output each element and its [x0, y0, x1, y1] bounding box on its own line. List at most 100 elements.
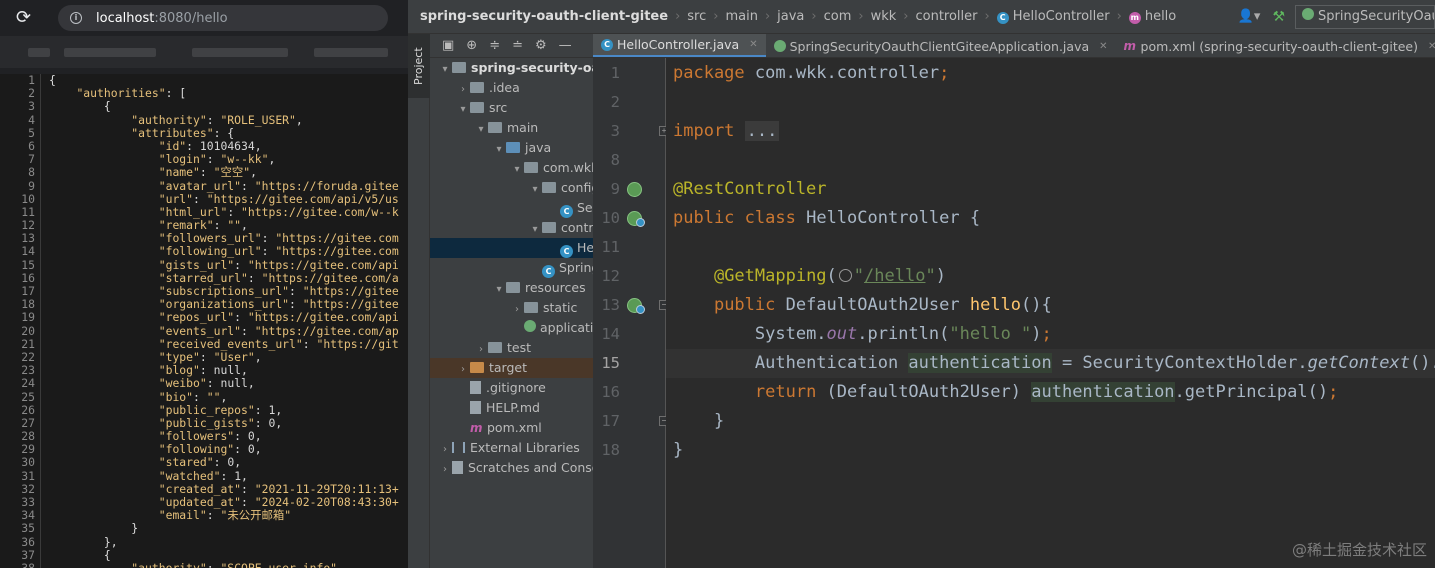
source-folder-icon [506, 142, 520, 153]
close-icon[interactable]: ✕ [1099, 41, 1107, 52]
mapping-url[interactable]: /hello [864, 266, 925, 286]
tree-item[interactable]: › .idea [430, 78, 593, 98]
bookmark-item[interactable] [28, 48, 50, 57]
locate-icon[interactable]: ⊕ [466, 38, 477, 53]
maven-icon: m [1123, 39, 1137, 53]
line-number: 38 [21, 560, 35, 568]
expand-all-icon[interactable]: ≑ [489, 38, 500, 53]
json-line: 15 "gists_url": "https://gitee.com/api [0, 258, 408, 272]
tree-item[interactable]: C HelloController [430, 238, 593, 258]
code-editor[interactable]: package com.wkk.controller; import ... @… [666, 58, 1435, 568]
breadcrumb-item[interactable]: src [687, 9, 706, 24]
expand-arrow-icon[interactable]: ▾ [528, 180, 542, 198]
close-icon[interactable]: ✕ [1428, 41, 1435, 52]
user-icon[interactable]: 👤▾ [1238, 9, 1261, 24]
expand-arrow-icon[interactable]: › [474, 340, 488, 358]
tree-item[interactable]: › target [430, 358, 593, 378]
editor-tab[interactable]: C HelloController.java ✕ [593, 34, 766, 57]
json-punct: : [206, 509, 221, 523]
scratch-icon [452, 461, 463, 474]
breadcrumb-item[interactable]: wkk [871, 9, 897, 24]
keyword: return [754, 382, 817, 402]
tree-item[interactable]: ▾ src [430, 98, 593, 118]
toolbar-right: 👤▾ ⚒ SpringSecurityOauthClientGiteeAppli… [1238, 4, 1435, 29]
expand-arrow-icon[interactable]: ▾ [474, 120, 488, 138]
site-info-icon[interactable]: i [70, 12, 82, 24]
address-bar[interactable]: i localhost:8080/hello [58, 5, 388, 31]
tree-item[interactable]: ▾ controller [430, 218, 593, 238]
tree-item[interactable]: › Scratches and Consoles [430, 458, 593, 478]
tree-item[interactable]: ▾ main [430, 118, 593, 138]
line-number: 36 [21, 534, 35, 549]
tree-item[interactable]: application.yml [430, 318, 593, 338]
expand-arrow-icon[interactable]: ▾ [438, 60, 452, 78]
spring-class-icon: C [542, 265, 555, 278]
breadcrumb-item[interactable]: m hello [1128, 9, 1176, 24]
expand-arrow-icon[interactable]: › [456, 80, 470, 98]
expand-arrow-icon[interactable]: ▾ [492, 140, 506, 158]
json-line: 37 { [0, 548, 408, 562]
gutter-line: 8 [593, 146, 666, 175]
expand-arrow-icon[interactable]: ▾ [528, 220, 542, 238]
web-endpoint-icon[interactable] [636, 218, 645, 227]
collapse-all-icon[interactable]: ≐ [512, 38, 523, 53]
bookmark-item[interactable] [314, 48, 388, 57]
spring-bean-icon[interactable] [627, 182, 642, 197]
expand-arrow-icon[interactable]: ▾ [510, 160, 524, 178]
layout-icon[interactable]: ▣ [442, 38, 454, 53]
expand-arrow-icon[interactable]: ▾ [492, 280, 506, 298]
json-punct [49, 180, 159, 193]
json-punct [49, 509, 159, 522]
json-text: "starred_url": "https://gitee.com/a [40, 271, 408, 285]
tree-item[interactable]: .gitignore [430, 378, 593, 398]
tree-item[interactable]: ▾ com.wkk [430, 158, 593, 178]
folded-imports[interactable]: ... [744, 121, 780, 141]
tree-item[interactable]: ▾ config [430, 178, 593, 198]
bookmark-item[interactable] [64, 48, 156, 57]
json-key: "avatar_url" [158, 179, 242, 193]
editor-tab[interactable]: SpringSecurityOauthClientGiteeApplicatio… [766, 34, 1116, 57]
gear-icon[interactable]: ⚙ [535, 38, 547, 53]
project-tool-button[interactable]: Project [408, 34, 430, 98]
breadcrumb-item[interactable]: main [725, 9, 757, 24]
breadcrumb-item[interactable]: com [824, 9, 852, 24]
web-endpoint-icon[interactable] [636, 305, 645, 314]
line-number: 9 [610, 180, 620, 198]
expand-arrow-icon[interactable]: › [438, 460, 452, 478]
breadcrumb-item[interactable]: controller [915, 9, 977, 24]
editor-tab[interactable]: m pom.xml (spring-security-oauth-client-g… [1116, 34, 1435, 57]
expand-arrow-icon[interactable]: › [510, 300, 524, 318]
close-icon[interactable]: ✕ [749, 39, 757, 50]
expand-arrow-icon[interactable]: ▾ [456, 100, 470, 118]
tree-item[interactable]: m pom.xml [430, 418, 593, 438]
tree-item[interactable]: C SpringSecurityOauthClientGiteeApplicati… [430, 258, 593, 278]
bookmark-item[interactable] [192, 48, 288, 57]
semicolon: ; [1328, 382, 1339, 402]
hide-icon[interactable]: — [559, 38, 572, 53]
breadcrumb-item[interactable]: java [777, 9, 804, 24]
tree-item[interactable]: › test [430, 338, 593, 358]
tree-label: Scratches and Consoles [468, 460, 593, 475]
tree-item[interactable]: ▾ resources [430, 278, 593, 298]
tree-item[interactable]: C SecurityConfig [430, 198, 593, 218]
globe-icon[interactable] [838, 269, 852, 282]
breadcrumb-item[interactable]: spring-security-oauth-client-gitee [420, 9, 668, 24]
tree-item[interactable]: HELP.md [430, 398, 593, 418]
json-punct [49, 272, 159, 285]
tree-item[interactable]: › static [430, 298, 593, 318]
build-icon[interactable]: ⚒ [1272, 9, 1285, 25]
json-punct: : [234, 430, 248, 444]
json-text: } [40, 522, 408, 536]
json-punct: : [213, 219, 228, 233]
tree-item[interactable]: ▾ spring-security-oauth-client-gitee [430, 58, 593, 78]
breadcrumb-item[interactable]: C HelloController [996, 9, 1110, 24]
json-key: "weibo" [158, 377, 207, 391]
expand-arrow-icon[interactable]: › [456, 360, 470, 378]
run-config-selector[interactable]: SpringSecurityOauthClientGiteeApplicatio… [1295, 4, 1435, 29]
expand-arrow-icon[interactable]: › [438, 440, 452, 458]
json-punct [49, 377, 159, 390]
reload-icon[interactable]: ⟳ [16, 7, 38, 29]
tree-item[interactable]: ▾ java [430, 138, 593, 158]
line-number: 16 [601, 383, 620, 401]
tree-item[interactable]: › External Libraries [430, 438, 593, 458]
